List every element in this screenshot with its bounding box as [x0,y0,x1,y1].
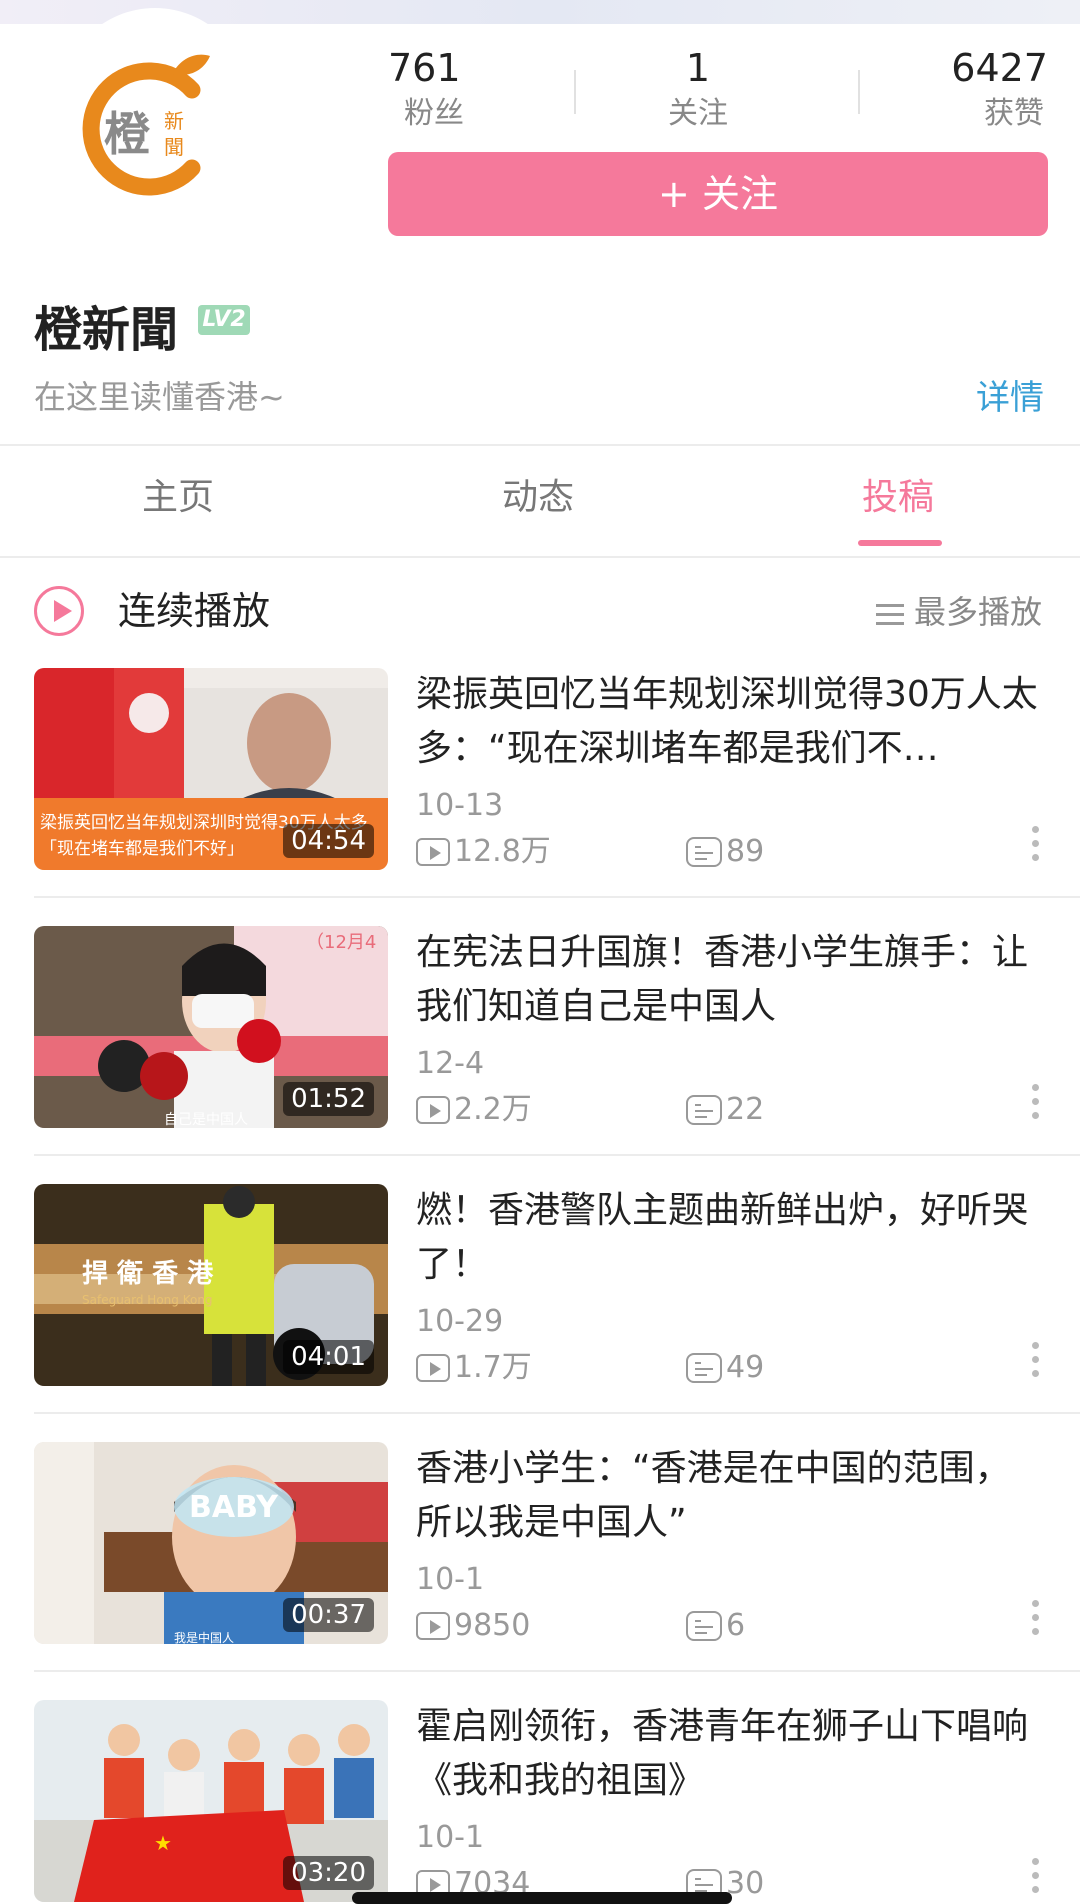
stat-following[interactable]: 1 关注 [658,46,738,134]
danmaku-count: 49 [686,1348,764,1388]
view-count: 9850 [416,1606,530,1646]
view-count: 1.7万 [416,1348,532,1388]
active-tab-indicator [858,540,942,546]
divider [34,1412,1080,1414]
level-badge: LV2 [198,305,250,335]
fans-label: 粉丝 [404,96,464,131]
video-duration: 01:52 [283,1082,374,1116]
video-title[interactable]: 霍启刚领衔，香港青年在狮子山下唱响《我和我的祖国》 [416,1700,1046,1808]
following-count: 1 [685,46,711,90]
video-thumbnail[interactable]: ★ 03:20 [34,1700,388,1902]
video-date: 10-13 [416,788,504,823]
video-thumbnail[interactable]: 捍 衛 香 港 Safeguard Hong Kong 04:01 [34,1184,388,1386]
stat-likes[interactable]: 6427 获赞 [951,46,1048,134]
thumb-caption: 「现在堵车都是我们不好」 [40,839,244,859]
stats-divider [574,70,576,114]
video-item[interactable]: ★ 03:20 霍启刚领衔，香港青年在狮子山下唱响《我和我的祖国》 10-1 7… [0,1700,1080,1904]
list-controls: 连续播放 最多播放 [0,572,1080,652]
video-title[interactable]: 在宪法日升国旗！香港小学生旗手：让我们知道自己是中国人 [416,926,1046,1034]
divider [34,1670,1080,1672]
thumb-caption: （12月4 [306,932,376,953]
thumb-caption: 自己是中国人 [164,1112,248,1128]
profile-stats: 761 粉丝 1 关注 6427 获赞 [388,46,1048,136]
autoplay-play-icon[interactable] [34,586,84,636]
stat-fans[interactable]: 761 粉丝 [388,46,464,134]
danmaku-icon [686,1353,722,1383]
sort-label: 最多播放 [913,593,1042,631]
danmaku-count: 22 [686,1090,764,1130]
divider [34,896,1080,898]
following-label: 关注 [668,96,728,131]
video-duration: 04:01 [283,1340,374,1374]
channel-logo: 橙 新 聞 [82,54,210,196]
channel-name: 橙新聞 [34,302,179,358]
video-duration: 00:37 [283,1598,374,1632]
more-options-icon[interactable] [1032,826,1040,870]
play-count-icon [416,838,450,866]
video-thumbnail[interactable]: （12月4 自己是中国人 01:52 [34,926,388,1128]
video-item[interactable]: BABY 我是中国人 00:37 香港小学生：“香港是在中国的范围，所以我是中国… [0,1442,1080,1698]
details-link[interactable]: 详情 [976,370,1044,419]
sort-dropdown[interactable]: 最多播放 [875,588,1042,636]
play-count-icon [416,1096,450,1124]
video-item[interactable]: 梁振英回忆当年规划深圳时觉得30万人太多 「现在堵车都是我们不好」 04:54 … [0,668,1080,924]
likes-label: 获赞 [984,96,1044,131]
logo-small-glyph-1: 新 [164,109,184,133]
divider [0,444,1080,446]
avatar[interactable]: 橙 新 聞 [60,8,250,198]
logo-small-glyph-2: 聞 [164,135,184,159]
logo-main-glyph: 橙 [104,107,150,161]
danmaku-icon [686,1611,722,1641]
video-duration: 04:54 [283,824,374,858]
video-duration: 03:20 [283,1856,374,1890]
play-count-icon [416,1612,450,1640]
video-thumbnail[interactable]: 梁振英回忆当年规划深圳时觉得30万人太多 「现在堵车都是我们不好」 04:54 [34,668,388,870]
home-indicator[interactable] [352,1892,732,1904]
channel-bio: 在这里读懂香港~ [34,378,285,416]
video-title[interactable]: 香港小学生：“香港是在中国的范围，所以我是中国人” [416,1442,1046,1550]
danmaku-icon [686,837,722,867]
stats-divider [858,70,860,114]
more-options-icon[interactable] [1032,1600,1040,1644]
more-options-icon[interactable] [1032,1084,1040,1128]
view-count: 12.8万 [416,832,551,872]
thumb-caption: BABY [189,1490,279,1525]
thumb-caption: Safeguard Hong Kong [82,1293,213,1307]
video-item[interactable]: （12月4 自己是中国人 01:52 在宪法日升国旗！香港小学生旗手：让我们知道… [0,926,1080,1182]
video-title[interactable]: 燃！香港警队主题曲新鲜出炉，好听哭了！ [416,1184,1046,1292]
video-date: 10-1 [416,1562,485,1597]
thumb-caption: 我是中国人 [174,1630,234,1644]
danmaku-count: 6 [686,1606,745,1646]
play-count-icon [416,1354,450,1382]
tab-activity[interactable]: 动态 [502,448,574,548]
more-options-icon[interactable] [1032,1858,1040,1902]
video-date: 12-4 [416,1046,485,1081]
divider [0,556,1080,558]
more-options-icon[interactable] [1032,1342,1040,1386]
autoplay-label[interactable]: 连续播放 [118,586,270,636]
fans-count: 761 [388,46,461,90]
video-date: 10-29 [416,1304,504,1339]
tab-uploads[interactable]: 投稿 [862,448,934,548]
danmaku-icon [686,1095,722,1125]
danmaku-count: 89 [686,832,764,872]
profile-page: 橙 新 聞 761 粉丝 1 关注 6427 获赞 + 关注 橙新聞 LV2 在… [0,0,1080,1904]
divider [34,1154,1080,1156]
view-count: 2.2万 [416,1090,532,1130]
svg-text:★: ★ [154,1831,172,1855]
tab-home[interactable]: 主页 [142,448,214,548]
follow-button[interactable]: + 关注 [388,152,1048,236]
video-title[interactable]: 梁振英回忆当年规划深圳觉得30万人太多：“现在深圳堵车都是我们不… [416,668,1046,776]
sort-list-icon [875,598,904,631]
thumb-caption: 捍 衛 香 港 [82,1259,214,1289]
video-thumbnail[interactable]: BABY 我是中国人 00:37 [34,1442,388,1644]
video-item[interactable]: 捍 衛 香 港 Safeguard Hong Kong 04:01 燃！香港警队… [0,1184,1080,1440]
likes-count: 6427 [951,46,1048,90]
video-date: 10-1 [416,1820,485,1855]
